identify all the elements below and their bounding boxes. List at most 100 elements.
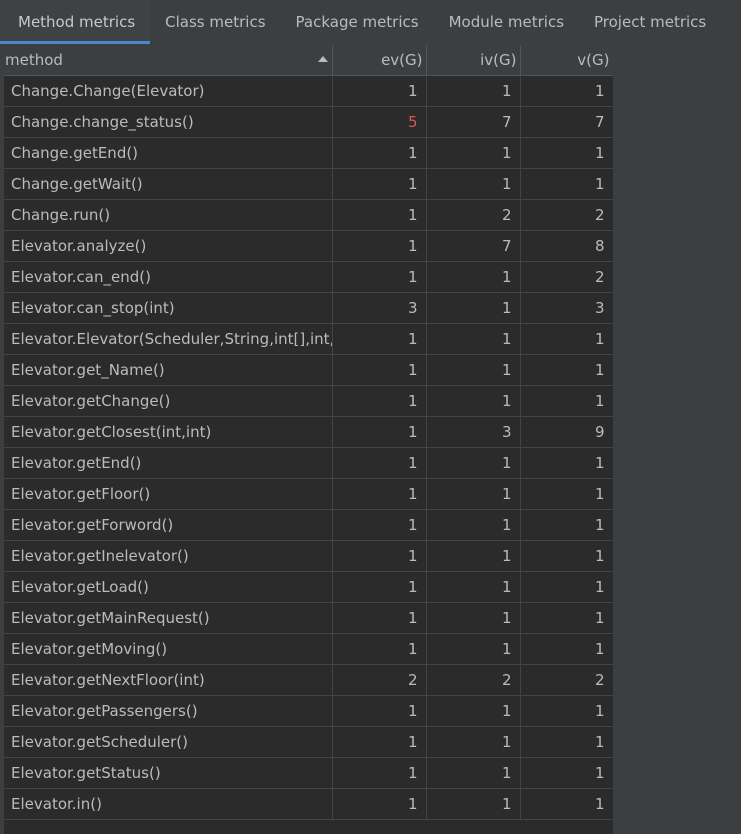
method-cell: Change.getEnd(): [4, 137, 333, 169]
ev-cell: 1: [332, 695, 427, 727]
table-row[interactable]: Change.run() 1 2 2: [4, 199, 613, 231]
table-row[interactable]: Elevator.getClosest(int,int) 1 3 9: [4, 416, 613, 448]
table-row[interactable]: Elevator.in() 1 1 1: [4, 788, 613, 820]
v-cell: 1: [520, 788, 613, 820]
metrics-panel: Method metrics Class metrics Package met…: [0, 0, 741, 834]
v-cell: 1: [520, 571, 613, 603]
iv-cell: 3: [426, 416, 521, 448]
table-row[interactable]: Change.getEnd() 1 1 1: [4, 137, 613, 169]
iv-cell: 1: [426, 757, 521, 789]
tab-class-metrics[interactable]: Class metrics: [150, 0, 280, 44]
metrics-tab-bar: Method metrics Class metrics Package met…: [0, 0, 741, 44]
table-row[interactable]: Elevator.getChange() 1 1 1: [4, 385, 613, 417]
v-cell: 1: [520, 447, 613, 479]
column-header-ev[interactable]: ev(G): [332, 45, 427, 76]
ev-cell: 1: [332, 633, 427, 665]
table-row[interactable]: Elevator.getPassengers() 1 1 1: [4, 695, 613, 727]
ev-cell: 2: [332, 664, 427, 696]
table-row[interactable]: Elevator.getScheduler() 1 1 1: [4, 726, 613, 758]
table-row[interactable]: Elevator.getNextFloor(int) 2 2 2: [4, 664, 613, 696]
method-cell: Elevator.getClosest(int,int): [4, 416, 333, 448]
ev-cell: 1: [332, 509, 427, 541]
method-cell: Elevator.getEnd(): [4, 447, 333, 479]
method-cell: Elevator.can_end(): [4, 261, 333, 293]
table-row[interactable]: Elevator.getForword() 1 1 1: [4, 509, 613, 541]
table-row[interactable]: Change.getWait() 1 1 1: [4, 168, 613, 200]
ev-cell: 1: [332, 323, 427, 355]
iv-cell: 1: [426, 602, 521, 634]
table-row[interactable]: Elevator.analyze() 1 7 8: [4, 230, 613, 262]
method-cell: Elevator.getChange(): [4, 385, 333, 417]
v-cell: 1: [520, 540, 613, 572]
method-cell: Elevator.get_Name(): [4, 354, 333, 386]
table-row[interactable]: Elevator.getMainRequest() 1 1 1: [4, 602, 613, 634]
column-header-method[interactable]: method: [4, 45, 333, 76]
table-row[interactable]: Change.Change(Elevator) 1 1 1: [4, 75, 613, 107]
method-cell: Elevator.analyze(): [4, 230, 333, 262]
tab-method-metrics[interactable]: Method metrics: [0, 0, 151, 44]
ev-cell: 3: [332, 292, 427, 324]
column-header-v[interactable]: v(G): [520, 45, 613, 76]
table-header-row: method ev(G) iv(G) v(G): [4, 45, 613, 76]
table-row[interactable]: Elevator.getFloor() 1 1 1: [4, 478, 613, 510]
ev-cell: 1: [332, 168, 427, 200]
iv-cell: 1: [426, 633, 521, 665]
table-row[interactable]: Elevator.getEnd() 1 1 1: [4, 447, 613, 479]
tab-module-metrics[interactable]: Module metrics: [434, 0, 579, 44]
v-cell: 2: [520, 199, 613, 231]
v-cell: 1: [520, 695, 613, 727]
method-cell: Elevator.getPassengers(): [4, 695, 333, 727]
method-cell: Elevator.Elevator(Scheduler,String,int[]…: [4, 323, 333, 355]
v-cell: 1: [520, 726, 613, 758]
table-row[interactable]: Elevator.Elevator(Scheduler,String,int[]…: [4, 323, 613, 355]
method-cell: Elevator.getInelevator(): [4, 540, 333, 572]
iv-cell: 2: [426, 199, 521, 231]
v-cell: 1: [520, 323, 613, 355]
sort-ascending-icon: [317, 56, 328, 62]
iv-cell: 1: [426, 385, 521, 417]
v-cell: 2: [520, 664, 613, 696]
ev-cell: 1: [332, 230, 427, 262]
v-cell: 1: [520, 75, 613, 107]
method-metrics-table: method ev(G) iv(G) v(G) Change.Change(El…: [4, 45, 613, 834]
ev-cell: 1: [332, 757, 427, 789]
table-row[interactable]: Elevator.getMoving() 1 1 1: [4, 633, 613, 665]
iv-cell: 1: [426, 75, 521, 107]
v-cell: 1: [520, 354, 613, 386]
ev-cell: 1: [332, 137, 427, 169]
column-header-label: method: [5, 50, 63, 69]
table-row[interactable]: Elevator.getLoad() 1 1 1: [4, 571, 613, 603]
v-cell: 1: [520, 385, 613, 417]
table-row[interactable]: Elevator.get_Name() 1 1 1: [4, 354, 613, 386]
ev-cell: 1: [332, 571, 427, 603]
ev-cell: 1: [332, 447, 427, 479]
iv-cell: 1: [426, 788, 521, 820]
ev-cell: 5: [332, 106, 427, 138]
method-cell: Change.change_status(): [4, 106, 333, 138]
v-cell: 1: [520, 168, 613, 200]
table-row[interactable]: Change.change_status() 5 7 7: [4, 106, 613, 138]
iv-cell: 1: [426, 292, 521, 324]
table-row[interactable]: Elevator.can_stop(int) 3 1 3: [4, 292, 613, 324]
method-cell: Elevator.getNextFloor(int): [4, 664, 333, 696]
v-cell: 1: [520, 602, 613, 634]
iv-cell: 1: [426, 571, 521, 603]
table-row[interactable]: Elevator.getInelevator() 1 1 1: [4, 540, 613, 572]
table-row[interactable]: Elevator.getStatus() 1 1 1: [4, 757, 613, 789]
v-cell: 1: [520, 633, 613, 665]
v-cell: 1: [520, 509, 613, 541]
v-cell: 1: [520, 757, 613, 789]
empty-panel-area: [613, 45, 741, 834]
ev-cell: 1: [332, 416, 427, 448]
ev-cell: 1: [332, 354, 427, 386]
iv-cell: 1: [426, 261, 521, 293]
iv-cell: 7: [426, 106, 521, 138]
ev-cell: 1: [332, 385, 427, 417]
tab-project-metrics[interactable]: Project metrics: [579, 0, 721, 44]
method-cell: Elevator.getStatus(): [4, 757, 333, 789]
method-cell: Elevator.getFloor(): [4, 478, 333, 510]
column-header-iv[interactable]: iv(G): [426, 45, 521, 76]
table-row[interactable]: Elevator.can_end() 1 1 2: [4, 261, 613, 293]
ev-cell: 1: [332, 478, 427, 510]
tab-package-metrics[interactable]: Package metrics: [281, 0, 434, 44]
